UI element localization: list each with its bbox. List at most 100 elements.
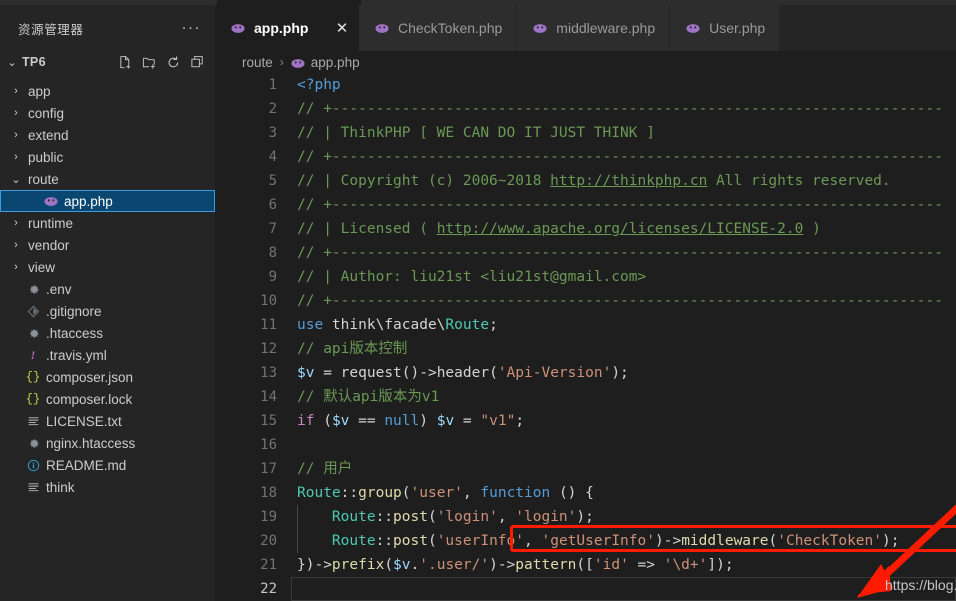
code-token: // +------------------------------------… <box>297 293 944 309</box>
watermark-url: https://blog.csdn.net/weixi <box>885 577 956 593</box>
code-token: // | Copyright (c) 2006~2018 <box>297 173 551 189</box>
chevron-right-icon[interactable]: › <box>8 85 24 97</box>
code-line-text: Route::post('login', 'login'); <box>297 505 594 529</box>
chevron-right-icon[interactable]: › <box>8 107 24 119</box>
tree-file-composer-json[interactable]: {} composer.json <box>0 366 215 388</box>
code-line-11[interactable]: 11 use think\facade\Route; <box>215 313 956 337</box>
more-actions-icon[interactable]: ··· <box>182 20 202 35</box>
code-token: ); <box>576 509 594 525</box>
new-folder-icon[interactable] <box>142 55 157 70</box>
tree-item-label: .env <box>46 281 72 297</box>
breadcrumb-folder[interactable]: route <box>242 55 273 70</box>
code-line-20[interactable]: 20 Route::post('userInfo', 'getUserInfo'… <box>215 529 956 553</box>
editor-tab-middleware-php[interactable]: middleware.php <box>517 5 671 51</box>
tree-folder-route[interactable]: ⌄ route <box>0 168 215 190</box>
line-number: 13 <box>260 365 277 381</box>
code-line-21[interactable]: 21})->prefix($v.'.user/')->pattern(['id'… <box>215 553 956 577</box>
chevron-down-icon[interactable]: ⌄ <box>8 173 24 186</box>
chevron-right-icon[interactable]: › <box>8 239 24 251</box>
close-icon[interactable]: ✕ <box>333 21 351 36</box>
code-token: = <box>314 365 341 381</box>
tree-folder-config[interactable]: › config <box>0 102 215 124</box>
breadcrumb-separator: › <box>279 55 284 69</box>
code-line-text: // | ThinkPHP [ WE CAN DO IT JUST THINK … <box>297 121 655 145</box>
code-editor[interactable]: 1 <?php 2 // +-----------------------------… <box>215 73 956 601</box>
code-line-text: Route::post('userInfo', 'getUserInfo')->… <box>297 529 900 553</box>
code-line-5[interactable]: 5 // | Copyright (c) 2006~2018 http://thi… <box>215 169 956 193</box>
tree-file-composer-lock[interactable]: {} composer.lock <box>0 388 215 410</box>
code-line-13[interactable]: 13 $v = request()->header('Api-Version'); <box>215 361 956 385</box>
chevron-down-icon[interactable]: ⌄ <box>4 56 20 69</box>
code-token: ); <box>611 365 629 381</box>
code-token: ( <box>384 557 394 573</box>
code-line-8[interactable]: 8 // +-----------------------------------… <box>215 241 956 265</box>
tree-file-gitignore[interactable]: .gitignore <box>0 300 215 322</box>
tree-folder-vendor[interactable]: › vendor <box>0 234 215 256</box>
code-line-4[interactable]: 4 // +-----------------------------------… <box>215 145 956 169</box>
tree-file-think[interactable]: think <box>0 476 215 498</box>
line-number: 15 <box>260 413 277 429</box>
code-token: ([ <box>576 557 594 573</box>
code-token: '\d+' <box>663 557 708 573</box>
code-line-1[interactable]: 1 <?php <box>215 73 956 97</box>
code-token: 'userInfo' <box>436 533 525 549</box>
new-file-icon[interactable] <box>118 55 133 70</box>
code-token: // +------------------------------------… <box>297 197 944 213</box>
code-token: :: <box>375 533 394 549</box>
tree-item-label: vendor <box>28 237 70 253</box>
code-line-6[interactable]: 6 // +-----------------------------------… <box>215 193 956 217</box>
tree-file-nginx-htaccess[interactable]: nginx.htaccess <box>0 432 215 454</box>
line-number: 11 <box>260 317 277 333</box>
code-line-16[interactable]: 16 <box>215 433 956 457</box>
tree-item-label: composer.json <box>46 369 134 385</box>
code-line-2[interactable]: 2 // +-----------------------------------… <box>215 97 956 121</box>
code-line-10[interactable]: 10 // +----------------------------------… <box>215 289 956 313</box>
code-line-text: })->prefix($v.'.user/')->pattern(['id' =… <box>297 553 734 577</box>
explorer-header: 资源管理器 ··· <box>0 13 215 43</box>
code-line-3[interactable]: 3 // | ThinkPHP [ WE CAN DO IT JUST THINK… <box>215 121 956 145</box>
code-token: ( <box>401 485 411 501</box>
chevron-right-icon[interactable]: › <box>8 129 24 141</box>
chevron-right-icon[interactable]: › <box>8 151 24 163</box>
code-token: = <box>454 413 481 429</box>
txt-file-icon <box>24 481 42 494</box>
tree-folder-public[interactable]: › public <box>0 146 215 168</box>
editor-tab-app-php[interactable]: app.php ✕ <box>215 5 359 51</box>
explorer-root-row[interactable]: ⌄ TP6 <box>0 49 215 75</box>
tree-file-readme-md[interactable]: README.md <box>0 454 215 476</box>
code-line-12[interactable]: 12 // api版本控制 <box>215 337 956 361</box>
code-line-17[interactable]: 17 // 用户 <box>215 457 956 481</box>
refresh-icon[interactable] <box>166 55 181 70</box>
php-file-icon <box>42 196 60 207</box>
editor-tab-user-php[interactable]: User.php <box>670 5 781 51</box>
code-line-7[interactable]: 7 // | Licensed ( http://www.apache.org/l… <box>215 217 956 241</box>
breadcrumb-file[interactable]: app.php <box>311 55 360 70</box>
chevron-right-icon[interactable]: › <box>8 217 24 229</box>
tree-file-license-txt[interactable]: LICENSE.txt <box>0 410 215 432</box>
tree-file-travis-yml[interactable]: ! .travis.yml <box>0 344 215 366</box>
collapse-all-icon[interactable] <box>190 55 205 70</box>
tree-item-label: .travis.yml <box>46 347 107 363</box>
code-line-9[interactable]: 9 // | Author: liu21st <liu21st@gmail.com… <box>215 265 956 289</box>
tree-file-app-php[interactable]: app.php <box>0 190 215 212</box>
code-line-22[interactable]: 22 <box>215 577 956 601</box>
tree-folder-runtime[interactable]: › runtime <box>0 212 215 234</box>
line-number: 12 <box>260 341 277 357</box>
code-line-text: // +------------------------------------… <box>297 289 943 313</box>
editor-tab-checktoken-php[interactable]: CheckToken.php <box>359 5 518 51</box>
code-line-19[interactable]: 19 Route::post('login', 'login'); <box>215 505 956 529</box>
code-line-14[interactable]: 14 // 默认api版本为v1 <box>215 385 956 409</box>
code-line-text: // 默认api版本为v1 <box>297 385 439 409</box>
code-token: // +------------------------------------… <box>297 149 944 165</box>
code-line-15[interactable]: 15 if ($v == null) $v = "v1"; <box>215 409 956 433</box>
tree-folder-app[interactable]: › app <box>0 80 215 102</box>
chevron-right-icon[interactable]: › <box>8 261 24 273</box>
code-line-18[interactable]: 18 Route::group('user', function () { <box>215 481 956 505</box>
tree-file-env[interactable]: .env <box>0 278 215 300</box>
tree-folder-view[interactable]: › view <box>0 256 215 278</box>
tree-folder-extend[interactable]: › extend <box>0 124 215 146</box>
code-line-text: // +------------------------------------… <box>297 241 943 265</box>
line-number: 17 <box>260 461 277 477</box>
tree-file-htaccess[interactable]: .htaccess <box>0 322 215 344</box>
